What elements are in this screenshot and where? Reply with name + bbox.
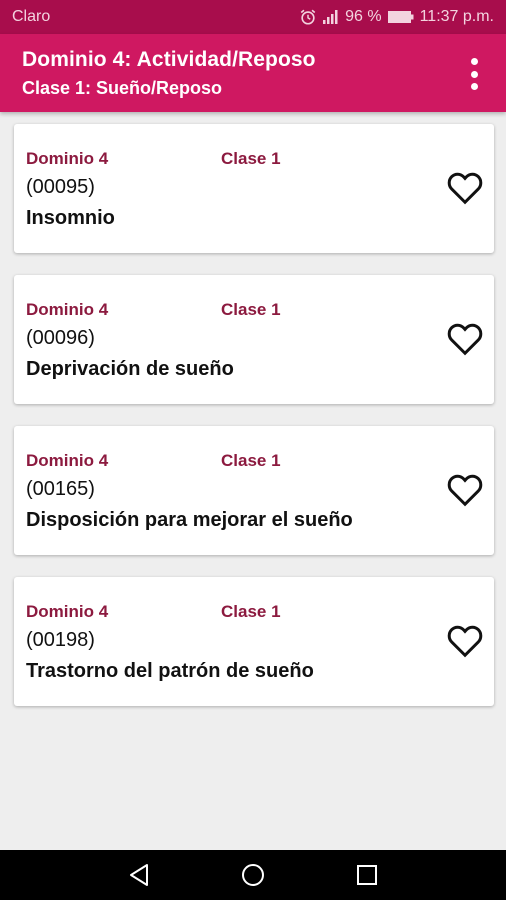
home-button[interactable]	[240, 862, 266, 888]
page-title: Dominio 4: Actividad/Reposo	[22, 48, 316, 71]
clase-label: Clase 1	[221, 602, 281, 621]
recents-button[interactable]	[354, 862, 380, 888]
status-bar: Claro 96 % 11:37 p.m.	[0, 0, 506, 34]
menu-dot	[470, 83, 478, 90]
dominio-label: Dominio 4	[26, 602, 109, 621]
diagnosis-code: (00165)	[26, 478, 95, 500]
diagnosis-name: Trastorno del patrón de sueño	[26, 660, 314, 682]
battery-icon	[387, 11, 414, 23]
battery-percent: 96 %	[345, 8, 382, 25]
clase-label: Clase 1	[221, 149, 281, 168]
page-subtitle: Clase 1: Sueño/Reposo	[22, 78, 223, 98]
heart-icon	[447, 172, 483, 205]
favorite-button[interactable]	[446, 170, 484, 206]
diagnosis-name: Insomnio	[26, 207, 115, 229]
diagnosis-code: (00198)	[26, 629, 95, 651]
carrier-label: Claro	[12, 8, 51, 25]
back-icon	[130, 864, 148, 886]
dominio-label: Dominio 4	[26, 451, 109, 470]
back-button[interactable]	[126, 862, 152, 888]
favorite-button[interactable]	[446, 623, 484, 659]
clase-label: Clase 1	[221, 451, 281, 470]
favorite-button[interactable]	[446, 321, 484, 357]
heart-icon	[447, 625, 483, 658]
diagnosis-code: (00096)	[26, 327, 95, 349]
dominio-label: Dominio 4	[26, 300, 109, 319]
list-item[interactable]: Dominio 4 Clase 1 (00198) Trastorno del …	[14, 577, 494, 706]
alarm-icon	[300, 9, 316, 25]
list-item[interactable]: Dominio 4 Clase 1 (00095) Insomnio	[14, 124, 494, 253]
diagnosis-name: Deprivación de sueño	[26, 358, 234, 380]
diagnosis-code: (00095)	[26, 176, 95, 198]
list-item[interactable]: Dominio 4 Clase 1 (00096) Deprivación de…	[14, 275, 494, 404]
favorite-button[interactable]	[446, 472, 484, 508]
heart-icon	[447, 474, 483, 507]
menu-dot	[470, 58, 478, 65]
status-icons: 96 % 11:37 p.m.	[299, 8, 494, 26]
navigation-bar	[0, 850, 506, 900]
clase-label: Clase 1	[221, 300, 281, 319]
heart-icon	[447, 323, 483, 356]
signal-icon	[323, 10, 338, 24]
more-vert-icon[interactable]	[462, 54, 486, 94]
menu-dot	[470, 70, 478, 78]
dominio-label: Dominio 4	[26, 149, 109, 168]
app-bar: Dominio 4: Actividad/Reposo Clase 1: Sue…	[0, 34, 506, 112]
list-item[interactable]: Dominio 4 Clase 1 (00165) Disposición pa…	[14, 426, 494, 555]
diagnosis-name: Disposición para mejorar el sueño	[26, 509, 353, 531]
recents-icon	[357, 865, 377, 885]
home-icon	[242, 864, 264, 886]
diagnosis-list: Dominio 4 Clase 1 (00095) Insomnio Domin…	[14, 124, 494, 728]
clock: 11:37 p.m.	[419, 8, 494, 25]
